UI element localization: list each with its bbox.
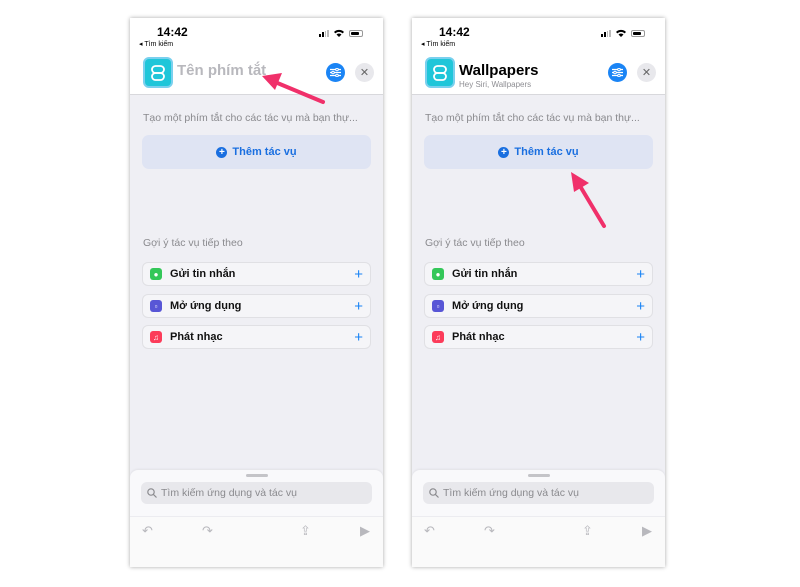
arrow-to-add-action: [571, 172, 606, 228]
annotation-arrows: [262, 73, 606, 228]
arrow-to-name-field: [262, 73, 325, 104]
